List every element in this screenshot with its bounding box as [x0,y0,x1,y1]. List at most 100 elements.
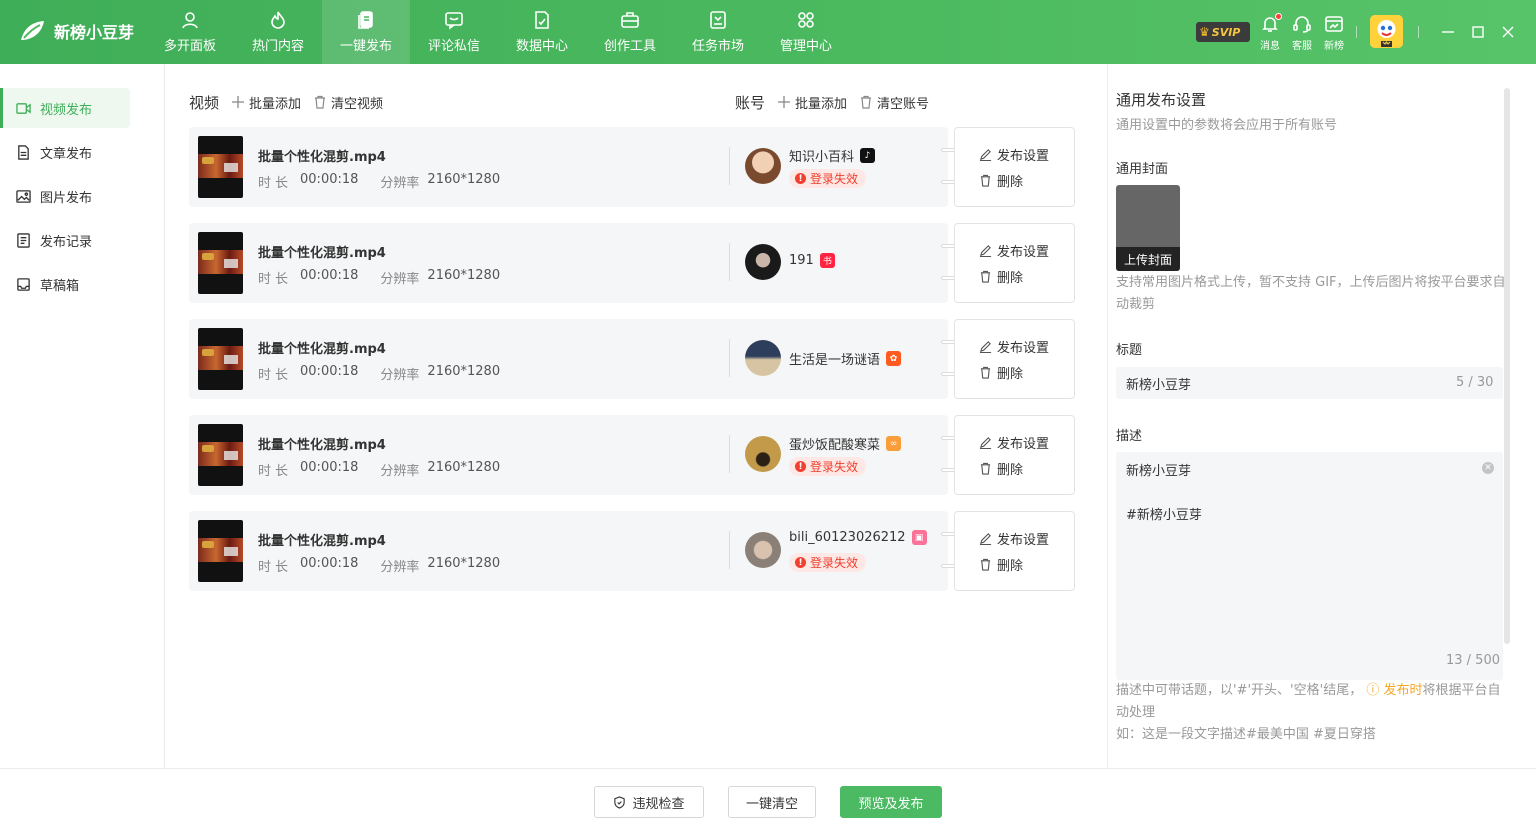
nav-label: 创作工具 [603,39,656,54]
batch-add-videos-button[interactable]: 批量添加 [231,93,301,112]
messages-button[interactable]: 消息 [1255,13,1285,52]
error-icon: ! [795,173,806,184]
publish-row: 批量个性化混剪.mp4 时长 00:00:18 分辨率 2160*1280 bi… [189,511,1075,591]
nav-multi-panel[interactable]: 多开面板 [146,0,234,64]
nav-hot-content[interactable]: 热门内容 [234,0,322,64]
video-thumbnail[interactable] [198,136,243,198]
row-actions: 发布设置 删除 [954,511,1075,591]
settings-label: 发布设置 [997,245,1050,260]
edit-icon [979,341,992,353]
account-avatar [745,148,781,184]
kuaishou-icon: ✿ [886,351,902,366]
clear-accounts-button[interactable]: 清空账号 [859,93,929,112]
publish-settings-button[interactable]: 发布设置 [979,337,1049,356]
top-bar: 新榜小豆芽 多开面板 热门内容 一键发布 评论私信 数据中心 创作工具 任务市场… [0,0,1536,64]
notification-dot [1275,13,1282,20]
account-avatar [745,532,781,568]
description-textarea[interactable]: 新榜小豆芽 #新榜小豆芽 ✕ 13 / 500 [1116,452,1503,680]
compliance-check-button[interactable]: 违规检查 [594,786,704,818]
clear-videos-button[interactable]: 清空视频 [313,93,383,112]
svip-badge[interactable]: ♛ SVIP [1196,22,1250,42]
sidebar-item-publish-record[interactable]: 发布记录 [0,220,130,260]
sidebar-item-article-publish[interactable]: 文章发布 [0,132,130,172]
nav-creation-tools[interactable]: 创作工具 [586,0,674,64]
article-icon [18,144,29,160]
headset-icon [1293,16,1311,33]
avatar-face-icon [1370,15,1403,48]
account-name: 191 书 [789,253,835,268]
nav-comments[interactable]: 评论私信 [410,0,498,64]
settings-label: 发布设置 [997,437,1050,452]
delete-button[interactable]: 删除 [979,267,1023,286]
description-hashtag: #新榜小豆芽 [1126,508,1202,523]
sidebar: 视频发布 文章发布 图片发布 发布记录 草稿箱 [0,64,165,768]
row-actions: 发布设置 删除 [954,223,1075,303]
publish-settings-button[interactable]: 发布设置 [979,529,1049,548]
publish-settings-button[interactable]: 发布设置 [979,433,1049,452]
nav-label: 任务市场 [691,39,744,54]
nav-management[interactable]: 管理中心 [762,0,850,64]
nav-one-click-publish[interactable]: 一键发布 [322,0,410,64]
nav-data-center[interactable]: 数据中心 [498,0,586,64]
preview-publish-label: 预览及发布 [858,796,924,812]
publish-settings-button[interactable]: 发布设置 [979,241,1049,260]
batch-add-accounts-button[interactable]: 批量添加 [777,93,847,112]
delete-button[interactable]: 删除 [979,555,1023,574]
status-text: 登录失效 [810,556,859,570]
video-card: 批量个性化混剪.mp4 时长 00:00:18 分辨率 2160*1280 蛋炒… [189,415,948,495]
minimize-icon[interactable] [1438,22,1458,42]
publish-row: 批量个性化混剪.mp4 时长 00:00:18 分辨率 2160*1280 19… [189,223,1075,303]
preview-publish-button[interactable]: 预览及发布 [840,786,942,818]
publish-settings-button[interactable]: 发布设置 [979,145,1049,164]
account-avatar [745,244,781,280]
video-thumbnail[interactable] [198,424,243,486]
accounts-title: 账号 [735,93,766,112]
resolution-value: 2160*1280 [427,364,501,379]
delete-button[interactable]: 删除 [979,459,1023,478]
video-thumbnail[interactable] [198,232,243,294]
brand: 新榜小豆芽 [18,18,134,44]
title-input[interactable]: 新榜小豆芽 [1116,367,1503,399]
settings-subtitle: 通用设置中的参数将会应用于所有账号 [1116,118,1338,133]
draft-icon [17,277,30,291]
delete-button[interactable]: 删除 [979,171,1023,190]
settings-label: 发布设置 [997,533,1050,548]
account-name-text: bili_60123026212 [789,530,906,545]
upload-cover-button[interactable]: 上传封面 [1116,185,1180,271]
nav-task-market[interactable]: 任务市场 [674,0,762,64]
publish-rows: 批量个性化混剪.mp4 时长 00:00:18 分辨率 2160*1280 知识… [189,127,1075,607]
duration-value: 00:00:18 [300,556,359,571]
accounts-header: 账号 批量添加 清空账号 [735,92,929,112]
video-thumbnail[interactable] [198,520,243,582]
grid-icon [798,12,814,28]
delete-button[interactable]: 删除 [979,363,1023,382]
clear-icon[interactable]: ✕ [1482,462,1494,474]
sidebar-item-drafts[interactable]: 草稿箱 [0,264,130,304]
publish-icon [358,11,373,29]
xinbang-button[interactable]: 新榜 [1319,14,1349,52]
scrollbar[interactable] [1504,88,1510,644]
status-text: 登录失效 [810,172,859,186]
customer-service-button[interactable]: 客服 [1287,14,1317,52]
settings-title: 通用发布设置 [1116,91,1207,109]
nav-label: 管理中心 [779,39,832,54]
user-avatar[interactable] [1370,15,1403,48]
video-card: 批量个性化混剪.mp4 时长 00:00:18 分辨率 2160*1280 知识… [189,127,948,207]
sidebar-item-label: 文章发布 [40,146,93,162]
separator [1356,26,1357,38]
maximize-icon[interactable] [1468,22,1488,42]
logo-leaf-icon [21,21,44,40]
video-meta: 时长 00:00:18 分辨率 2160*1280 [258,364,500,383]
video-thumbnail[interactable] [198,328,243,390]
trash-icon [980,366,991,379]
sidebar-item-image-publish[interactable]: 图片发布 [0,176,130,216]
resolution-value: 2160*1280 [427,268,501,283]
edit-icon [979,437,992,449]
separator [1418,26,1419,38]
close-icon[interactable] [1498,22,1518,42]
tip-warning-text: 发布时 [1383,683,1423,698]
clear-all-button[interactable]: 一键清空 [728,786,816,818]
resolution-label: 分辨率 [380,272,420,287]
sidebar-item-video-publish[interactable]: 视频发布 [0,88,130,128]
crown-icon: ♛ [1199,25,1210,39]
